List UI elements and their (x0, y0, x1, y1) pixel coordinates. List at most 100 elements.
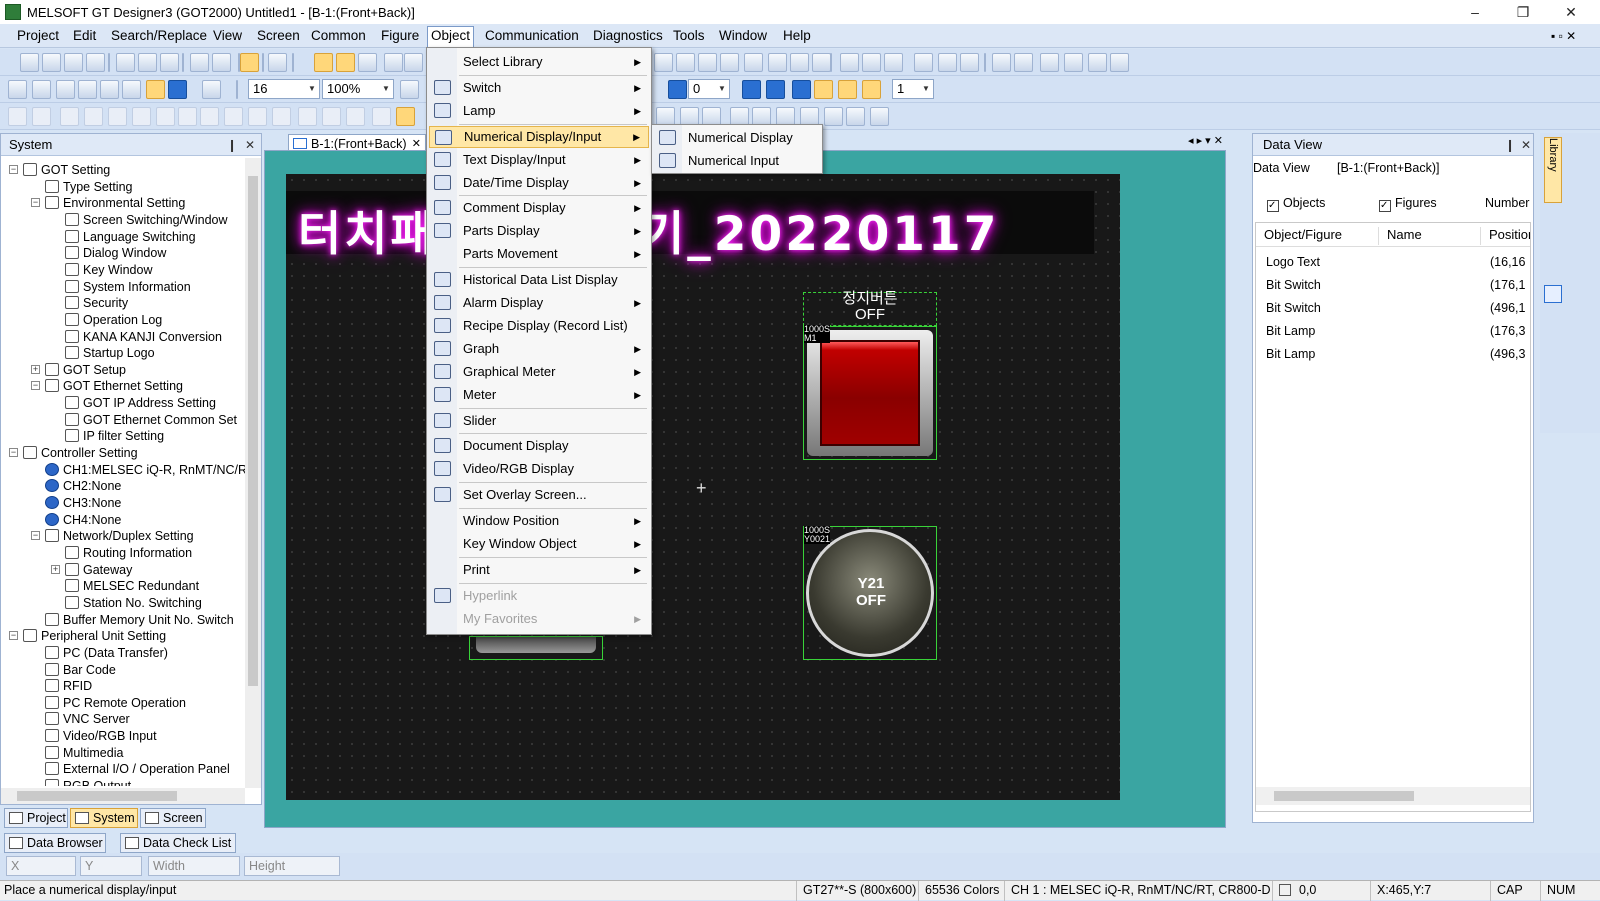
toolbar-button[interactable] (202, 80, 221, 99)
bit-lamp-y21[interactable]: Y21 OFF (803, 526, 937, 660)
mdi-minimize-icon[interactable]: ▪ ▫ ✕ (1548, 27, 1579, 45)
toolbar-button[interactable] (56, 80, 75, 99)
object-menu-item[interactable]: Parts Display ▶ (429, 220, 649, 242)
toolbar-button[interactable] (156, 107, 175, 126)
toolbar-button[interactable] (86, 53, 105, 72)
toolbar-button[interactable] (268, 53, 287, 72)
tab-data-browser[interactable]: Data Browser (4, 833, 106, 853)
object-menu-item[interactable]: Window Position ▶ (429, 510, 649, 532)
menu-common[interactable]: Common (308, 27, 369, 45)
toolbar-button[interactable] (1014, 53, 1033, 72)
menu-communication[interactable]: Communication (482, 27, 582, 45)
tree-expander[interactable]: − (31, 198, 40, 208)
object-menu-item[interactable]: Set Overlay Screen... (429, 484, 649, 506)
y-field[interactable]: Y (80, 856, 142, 876)
object-menu-item[interactable]: Switch ▶ (429, 77, 649, 99)
toolbar-button[interactable] (814, 80, 833, 99)
minimize-button[interactable]: – (1452, 0, 1498, 24)
toolbar-button[interactable] (100, 80, 119, 99)
toolbar-button[interactable] (792, 80, 811, 99)
toolbar-button[interactable] (384, 53, 403, 72)
panel-close-icon[interactable]: ✕ (245, 134, 255, 156)
toolbar-button[interactable] (132, 107, 151, 126)
height-field[interactable]: Height (244, 856, 340, 876)
tree-item[interactable]: Operation Log (65, 312, 162, 328)
object-menu-item[interactable]: Print ▶ (429, 559, 649, 581)
x-field[interactable]: X (6, 856, 76, 876)
tree-item[interactable]: IP filter Setting (65, 428, 164, 444)
toolbar-button[interactable] (812, 53, 831, 72)
toolbar-button[interactable] (168, 80, 187, 99)
toolbar-button[interactable] (1064, 53, 1083, 72)
tab-data-check-list[interactable]: Data Check List (120, 833, 236, 853)
figures-checkbox[interactable]: ✓ Figures (1379, 196, 1437, 212)
tree-item[interactable]: Type Setting (45, 179, 133, 195)
tab-screen[interactable]: Screen (140, 808, 206, 828)
menu-numerical-input[interactable]: Numerical Input (654, 150, 820, 172)
zoom-combo[interactable]: 100% ▼ (322, 79, 394, 99)
menu-diagnostics[interactable]: Diagnostics (590, 27, 666, 45)
data-view-horizontal-scrollbar[interactable] (1256, 787, 1530, 805)
tree-item[interactable]: Screen Switching/Window (65, 212, 228, 228)
object-menu-item[interactable]: Meter ▶ (429, 384, 649, 406)
toolbar-button[interactable] (698, 53, 717, 72)
tree-item[interactable]: Bar Code (45, 662, 116, 678)
toolbar-button[interactable] (20, 53, 39, 72)
toolbar-button[interactable] (160, 53, 179, 72)
toolbar-button[interactable] (32, 80, 51, 99)
tree-item[interactable]: Routing Information (65, 545, 192, 561)
menu-object[interactable]: Object (427, 26, 475, 48)
menu-figure[interactable]: Figure (378, 27, 422, 45)
toolbar-button[interactable] (960, 53, 979, 72)
object-menu-item[interactable]: Alarm Display ▶ (429, 292, 649, 314)
toolbar-button[interactable] (336, 53, 355, 72)
tab-system[interactable]: System (70, 808, 138, 828)
toolbar-button[interactable] (60, 107, 79, 126)
toolbar-button[interactable] (358, 53, 377, 72)
tree-expander[interactable]: − (9, 631, 18, 641)
toolbar-button[interactable] (42, 53, 61, 72)
toolbar-button[interactable] (248, 107, 267, 126)
tree-expander[interactable]: − (31, 381, 40, 391)
object-menu-item[interactable]: Numerical Display/Input ▶ (429, 125, 649, 148)
toolbar-button[interactable] (224, 107, 243, 126)
tree-item[interactable]: PC Remote Operation (45, 695, 186, 711)
toolbar-button[interactable] (1088, 53, 1107, 72)
toolbar-button[interactable] (824, 107, 843, 126)
toolbar-button[interactable] (862, 80, 881, 99)
tree-item[interactable]: GOT Setting (23, 162, 110, 178)
tree-item[interactable]: MELSEC Redundant (65, 578, 199, 594)
object-menu-item[interactable]: Key Window Object ▶ (429, 533, 649, 555)
tree-expander[interactable]: − (9, 165, 18, 174)
menu-view[interactable]: View (210, 27, 245, 45)
toolbar-button[interactable] (668, 80, 687, 99)
toolbar-button[interactable] (178, 107, 197, 126)
toolbar-button[interactable] (744, 53, 763, 72)
tree-item[interactable]: KANA KANJI Conversion (65, 329, 222, 345)
tree-item[interactable]: GOT Setup (45, 362, 126, 378)
toolbar-button[interactable] (720, 53, 739, 72)
toolbar-button[interactable] (190, 53, 209, 72)
tree-expander[interactable]: − (31, 531, 40, 541)
tree-item[interactable]: PC (Data Transfer) (45, 645, 168, 661)
toolbar-button[interactable] (654, 53, 673, 72)
tree-item[interactable]: Station No. Switching (65, 595, 202, 611)
toolbar-button[interactable] (8, 80, 27, 99)
toolbar-button[interactable] (396, 107, 415, 126)
toolbar-button[interactable] (768, 53, 787, 72)
object-menu-item[interactable]: Video/RGB Display (429, 458, 649, 480)
toolbar-button[interactable] (790, 53, 809, 72)
tree-item[interactable]: Multimedia (45, 745, 123, 761)
tree-item[interactable]: CH3:None (45, 495, 121, 511)
toolbar-button[interactable] (64, 53, 83, 72)
col-name[interactable]: Name (1378, 227, 1422, 245)
toolbar-button[interactable] (1110, 53, 1129, 72)
toolbar-button[interactable] (400, 80, 419, 99)
tree-item[interactable]: Video/RGB Input (45, 728, 157, 744)
toolbar-button[interactable] (840, 53, 859, 72)
toolbar-button[interactable] (870, 107, 889, 126)
tree-item[interactable]: CH2:None (45, 478, 121, 494)
toolbar-button[interactable] (322, 107, 341, 126)
tree-item[interactable]: Peripheral Unit Setting (23, 628, 166, 644)
tree-horizontal-scrollbar[interactable] (1, 788, 245, 804)
